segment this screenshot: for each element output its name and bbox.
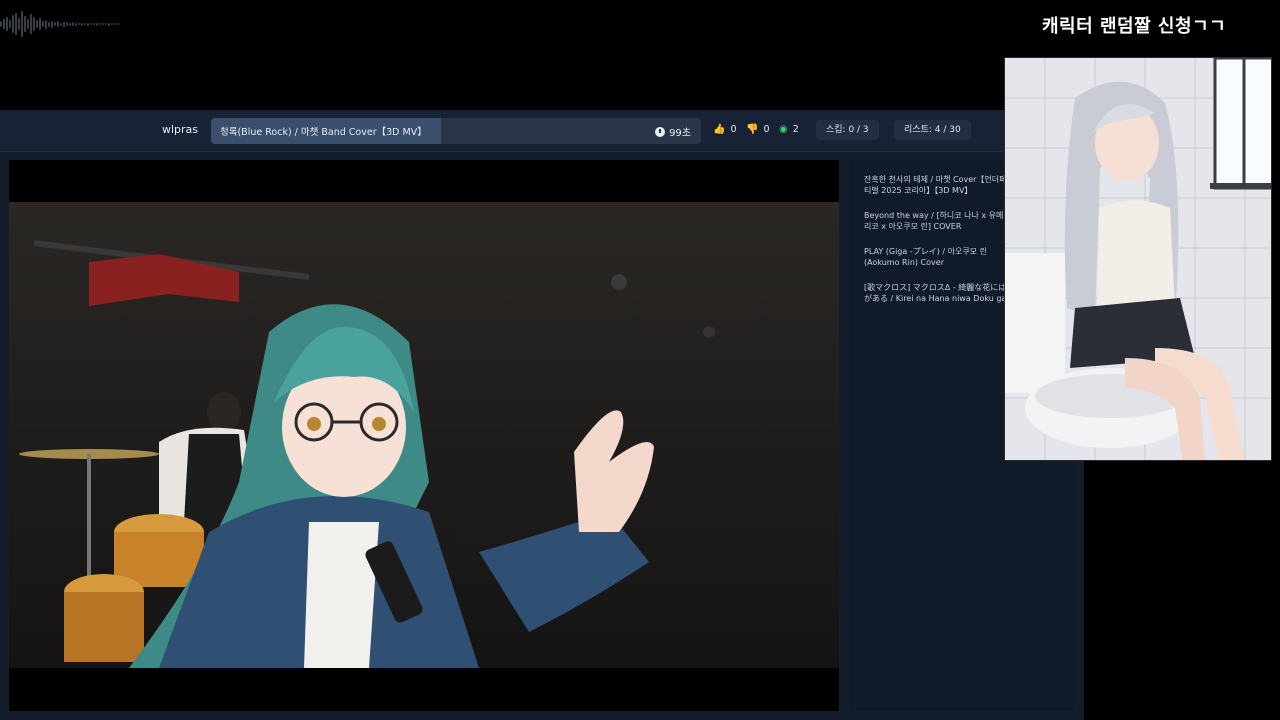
waveform-bar — [96, 22, 98, 26]
requester-username: wlpras — [162, 123, 199, 136]
eye-icon: ◉ — [779, 123, 788, 135]
video-player[interactable] — [9, 160, 839, 711]
waveform-bar — [30, 14, 32, 34]
waveform-bar — [39, 18, 41, 30]
waveform-bar — [114, 23, 116, 25]
audio-waveform — [0, 6, 140, 42]
waveform-bar — [72, 22, 74, 26]
track-title: 청록(Blue Rock) / 마챗 Band Cover【3D MV】 — [220, 127, 427, 138]
waveform-bar — [9, 20, 11, 28]
waveform-bar — [27, 19, 29, 29]
waveform-bar — [51, 20, 53, 28]
dislike-count: 0 — [763, 124, 770, 135]
player-panel: wlpras 청록(Blue Rock) / 마챗 Band Cover【3D … — [0, 110, 1084, 720]
waveform-bar — [117, 23, 119, 25]
waveform-bar — [93, 23, 95, 25]
waveform-bar — [54, 22, 56, 26]
waveform-bar — [6, 17, 8, 31]
timer-value: 99초 — [669, 128, 691, 139]
dislike-stat[interactable]: 👎 0 — [746, 124, 770, 135]
waveform-bar — [36, 20, 38, 28]
waveform-bar — [78, 23, 80, 25]
waveform-bar — [102, 23, 104, 25]
timer: 99초 — [655, 124, 691, 139]
waveform-bar — [0, 21, 2, 27]
overlay-title: 캐릭터 랜덤짤 신청ㄱㄱ — [1042, 16, 1227, 37]
waveform-bar — [108, 22, 110, 26]
waveform-bar — [12, 15, 14, 33]
waveform-bar — [18, 18, 20, 30]
waveform-bar — [15, 13, 17, 35]
like-stat[interactable]: 👍 0 — [713, 124, 737, 135]
waveform-bar — [63, 21, 65, 27]
list-counter[interactable]: 리스트: 4 / 30 — [894, 120, 971, 140]
thumbs-down-icon: 👎 — [746, 123, 759, 135]
waveform-bar — [33, 17, 35, 31]
waveform-bar — [42, 21, 44, 27]
player-topbar: wlpras 청록(Blue Rock) / 마챗 Band Cover【3D … — [0, 110, 1084, 152]
waveform-bar — [75, 22, 77, 26]
like-count: 0 — [730, 124, 737, 135]
waveform-bar — [111, 23, 113, 25]
waveform-bar — [90, 23, 92, 25]
waveform-bar — [21, 11, 23, 37]
clock-icon — [655, 126, 666, 137]
character-illustration — [1005, 58, 1271, 460]
view-count: 2 — [792, 124, 799, 135]
character-random-image — [1004, 57, 1272, 461]
waveform-bar — [45, 19, 47, 29]
waveform-bar — [24, 16, 26, 32]
waveform-bar — [3, 19, 5, 29]
waveform-bar — [66, 22, 68, 26]
skip-counter[interactable]: 스킵: 0 / 3 — [816, 120, 879, 140]
thumbs-up-icon: 👍 — [713, 123, 726, 135]
waveform-bar — [87, 22, 89, 26]
view-stat: ◉ 2 — [779, 124, 799, 135]
video-scene-illustration — [19, 240, 715, 668]
track-progress-bar[interactable]: 청록(Blue Rock) / 마챗 Band Cover【3D MV】 99초 — [211, 118, 701, 144]
waveform-bar — [57, 21, 59, 27]
video-content — [9, 202, 839, 668]
waveform-bar — [60, 22, 62, 26]
waveform-bar — [105, 23, 107, 25]
waveform-bar — [84, 23, 86, 25]
waveform-bar — [81, 22, 83, 26]
waveform-bar — [99, 23, 101, 25]
waveform-bar — [69, 22, 71, 26]
waveform-bar — [48, 21, 50, 27]
